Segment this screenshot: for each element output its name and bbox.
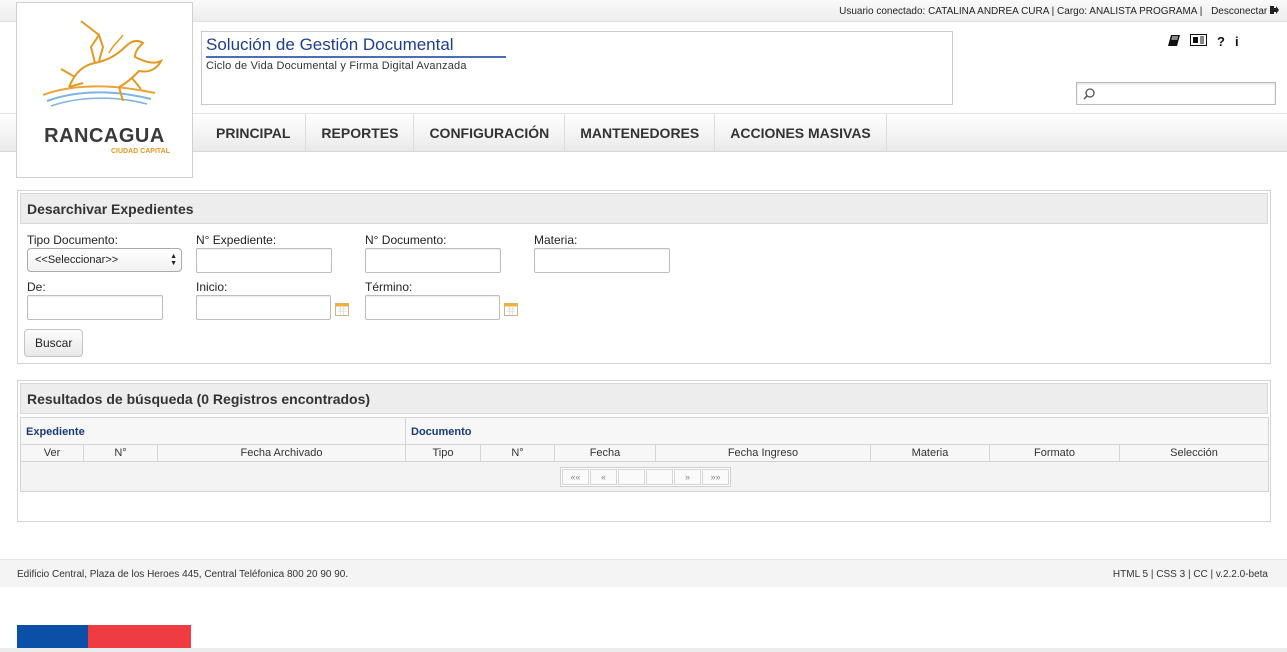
col-fecha-ingreso[interactable]: Fecha Ingreso bbox=[656, 445, 871, 461]
expediente-label: N° Expediente: bbox=[196, 233, 277, 247]
tipo-documento-label: Tipo Documento: bbox=[27, 233, 118, 247]
group-documento: Documento bbox=[411, 426, 472, 438]
inicio-label: Inicio: bbox=[196, 280, 228, 294]
nav-item-configuracion[interactable]: CONFIGURACIÓN bbox=[414, 114, 566, 152]
termino-calendar-icon[interactable] bbox=[504, 302, 518, 316]
app-title: Solución de Gestión Documental bbox=[206, 35, 506, 58]
nav-item-reportes[interactable]: REPORTES bbox=[306, 114, 415, 152]
materia-label: Materia: bbox=[534, 233, 578, 247]
documento-label: N° Documento: bbox=[365, 233, 447, 247]
user-name: CATALINA ANDREA CURA bbox=[928, 6, 1049, 17]
col-ver[interactable]: Ver bbox=[21, 445, 84, 461]
top-bar: Usuario conectado: CATALINA ANDREA CURA … bbox=[0, 0, 1287, 22]
flag-red-segment bbox=[88, 625, 191, 648]
search-box bbox=[1076, 82, 1276, 105]
filter-panel: Desarchivar Expedientes Tipo Documento: … bbox=[17, 190, 1271, 364]
page: Usuario conectado: CATALINA ANDREA CURA … bbox=[0, 0, 1287, 652]
user-prefix: Usuario conectado: bbox=[839, 6, 926, 17]
newspaper-icon[interactable] bbox=[1190, 34, 1207, 49]
de-label: De: bbox=[27, 280, 46, 294]
col-numero-documento[interactable]: N° bbox=[481, 445, 555, 461]
footer-tech: HTML 5 | CSS 3 | CC | v.2.2.0-beta bbox=[1112, 569, 1268, 580]
nav-item-acciones-masivas[interactable]: ACCIONES MASIVAS bbox=[715, 114, 887, 152]
col-formato[interactable]: Formato bbox=[990, 445, 1120, 461]
select-arrows-icon: ▲ ▼ bbox=[170, 253, 177, 267]
pager-page-count bbox=[646, 469, 673, 485]
group-header-row: Expediente Documento bbox=[21, 418, 1268, 445]
logout-label: Desconectar bbox=[1211, 6, 1268, 17]
info-icon[interactable]: i bbox=[1235, 34, 1239, 49]
pager-prev-button[interactable]: « bbox=[590, 469, 617, 485]
termino-date-input[interactable] bbox=[365, 295, 500, 320]
col-tipo[interactable]: Tipo bbox=[406, 445, 481, 461]
expediente-input[interactable] bbox=[196, 248, 332, 273]
pager-next-button[interactable]: » bbox=[674, 469, 701, 485]
tipo-documento-select[interactable]: <<Seleccionar>> ▲ ▼ bbox=[27, 248, 182, 272]
knight-horse-logo-icon bbox=[42, 20, 164, 107]
pager-row: «« « » »» bbox=[21, 462, 1268, 491]
logo-subtitle: CIUDAD CAPITAL bbox=[111, 148, 170, 155]
filter-panel-title: Desarchivar Expedientes bbox=[20, 193, 1268, 224]
logo-name: RANCAGUA bbox=[44, 125, 165, 147]
inicio-calendar-icon[interactable] bbox=[335, 302, 349, 316]
nav-item-principal[interactable]: PRINCIPAL bbox=[201, 114, 307, 152]
search-icon bbox=[1083, 88, 1095, 100]
pager-last-button[interactable]: »» bbox=[702, 469, 729, 485]
col-fecha-archivado[interactable]: Fecha Archivado bbox=[158, 445, 406, 461]
materia-input[interactable] bbox=[534, 248, 670, 273]
pager-page-input[interactable] bbox=[618, 469, 645, 485]
book-icon[interactable] bbox=[1168, 34, 1180, 49]
logout-link[interactable]: Desconectar bbox=[1211, 6, 1279, 17]
app-title-box: Solución de Gestión Documental Ciclo de … bbox=[201, 31, 953, 105]
de-input[interactable] bbox=[27, 295, 163, 320]
inicio-date-input[interactable] bbox=[196, 295, 331, 320]
pager-first-button[interactable]: «« bbox=[562, 469, 589, 485]
column-header-row: Ver N° Fecha Archivado Tipo N° Fecha Fec… bbox=[21, 445, 1268, 462]
help-icon[interactable]: ? bbox=[1217, 34, 1225, 49]
results-panel-title: Resultados de búsqueda (0 Registros enco… bbox=[20, 383, 1268, 414]
results-table: Expediente Documento Ver N° Fecha Archiv… bbox=[20, 417, 1269, 492]
pager: «« « » »» bbox=[560, 467, 731, 487]
col-numero-expediente[interactable]: N° bbox=[84, 445, 158, 461]
user-info: Usuario conectado: CATALINA ANDREA CURA … bbox=[839, 6, 1279, 17]
flag-blue-segment bbox=[17, 625, 88, 648]
col-seleccion[interactable]: Selección bbox=[1120, 445, 1268, 461]
app-subtitle: Ciclo de Vida Documental y Firma Digital… bbox=[206, 60, 467, 72]
main-nav: PRINCIPAL REPORTES CONFIGURACIÓN MANTENE… bbox=[0, 113, 1287, 152]
logo[interactable]: RANCAGUA CIUDAD CAPITAL bbox=[16, 2, 193, 178]
search-input[interactable] bbox=[1099, 85, 1271, 102]
toolbar-icons: ? i bbox=[1168, 34, 1239, 49]
results-panel: Resultados de búsqueda (0 Registros enco… bbox=[17, 380, 1271, 522]
col-fecha[interactable]: Fecha bbox=[555, 445, 656, 461]
bottom-divider bbox=[0, 648, 1287, 652]
tipo-documento-value: <<Seleccionar>> bbox=[35, 254, 119, 266]
user-role: ANALISTA PROGRAMA bbox=[1089, 6, 1197, 17]
nav-item-mantenedores[interactable]: MANTENEDORES bbox=[565, 114, 716, 152]
documento-input[interactable] bbox=[365, 248, 501, 273]
termino-label: Término: bbox=[365, 280, 413, 294]
buscar-button[interactable]: Buscar bbox=[24, 329, 84, 357]
col-materia[interactable]: Materia bbox=[871, 445, 990, 461]
group-expediente: Expediente bbox=[21, 418, 406, 444]
role-prefix: Cargo: bbox=[1057, 6, 1088, 17]
government-flag-bar bbox=[17, 625, 191, 648]
footer: Edificio Central, Plaza de los Heroes 44… bbox=[0, 559, 1287, 587]
logout-icon bbox=[1270, 6, 1279, 14]
footer-address: Edificio Central, Plaza de los Heroes 44… bbox=[17, 569, 349, 580]
